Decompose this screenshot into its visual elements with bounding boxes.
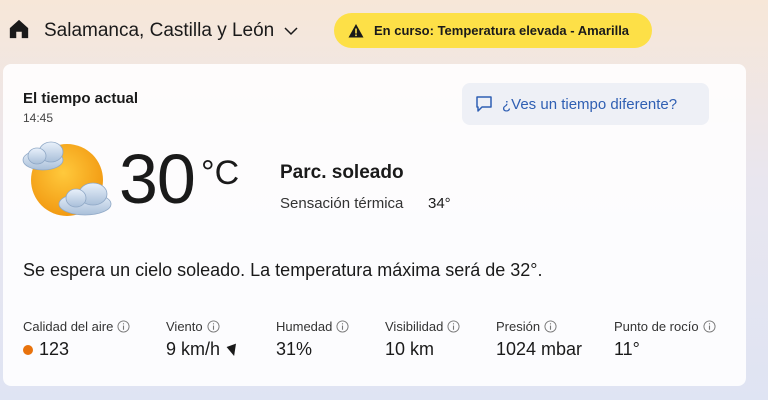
info-icon[interactable] xyxy=(207,319,220,333)
info-icon[interactable] xyxy=(447,319,460,333)
metric-label: Presión xyxy=(496,318,541,334)
current-weather-card: El tiempo actual 14:45 ¿Ves un tiempo di… xyxy=(3,64,746,386)
metric-value: 9 km/h xyxy=(166,339,221,359)
condition-text: Parc. soleado xyxy=(280,162,404,183)
info-icon[interactable] xyxy=(117,319,130,333)
metric-wind: Viento 9 km/h xyxy=(166,317,240,360)
metric-pressure: Presión 1024 mbar xyxy=(496,317,582,360)
current-temperature: 30 xyxy=(119,140,196,218)
feedback-label: ¿Ves un tiempo diferente? xyxy=(502,95,678,113)
observation-time: 14:45 xyxy=(23,111,54,125)
metric-label: Calidad del aire xyxy=(23,318,114,334)
top-bar: Salamanca, Castilla y León En curso: Tem… xyxy=(0,0,768,62)
aqi-status-dot xyxy=(23,344,33,355)
metric-label: Viento xyxy=(166,318,203,334)
metric-value: 1024 mbar xyxy=(496,339,583,359)
chevron-down-icon xyxy=(284,27,298,36)
metric-label: Humedad xyxy=(276,318,333,334)
metric-value: 31% xyxy=(276,339,313,359)
metric-dew-point: Punto de rocío 11° xyxy=(614,317,716,360)
info-icon[interactable] xyxy=(336,319,349,333)
card-title: El tiempo actual xyxy=(23,90,139,107)
info-icon[interactable] xyxy=(703,319,716,333)
location-selector[interactable]: Salamanca, Castilla y León xyxy=(44,18,300,44)
home-icon[interactable] xyxy=(8,18,30,40)
temperature-unit: °C xyxy=(201,154,240,192)
location-name: Salamanca, Castilla y León xyxy=(44,20,275,41)
alert-text: En curso: Temperatura elevada - Amarilla xyxy=(374,23,630,38)
metric-humidity: Humedad 31% xyxy=(276,317,349,360)
feels-like-label: Sensación térmica xyxy=(280,195,404,212)
chat-icon xyxy=(476,96,492,112)
metric-air-quality: Calidad del aire 123 xyxy=(23,317,130,360)
different-weather-button[interactable]: ¿Ves un tiempo diferente? xyxy=(462,83,709,125)
metric-value: 11° xyxy=(614,339,640,359)
wind-direction-icon xyxy=(226,343,237,356)
metric-value: 123 xyxy=(39,339,70,359)
metric-value: 10 km xyxy=(385,339,435,359)
metric-label: Punto de rocío xyxy=(614,318,699,334)
forecast-summary: Se espera un cielo soleado. La temperatu… xyxy=(23,260,543,280)
info-icon[interactable] xyxy=(544,319,557,333)
weather-alert-badge[interactable]: En curso: Temperatura elevada - Amarilla xyxy=(334,13,652,48)
feels-like-value: 34° xyxy=(428,195,451,212)
warning-icon xyxy=(348,23,364,37)
partly-sunny-icon xyxy=(22,141,112,216)
metric-label: Visibilidad xyxy=(385,318,444,334)
metric-visibility: Visibilidad 10 km xyxy=(385,317,460,360)
